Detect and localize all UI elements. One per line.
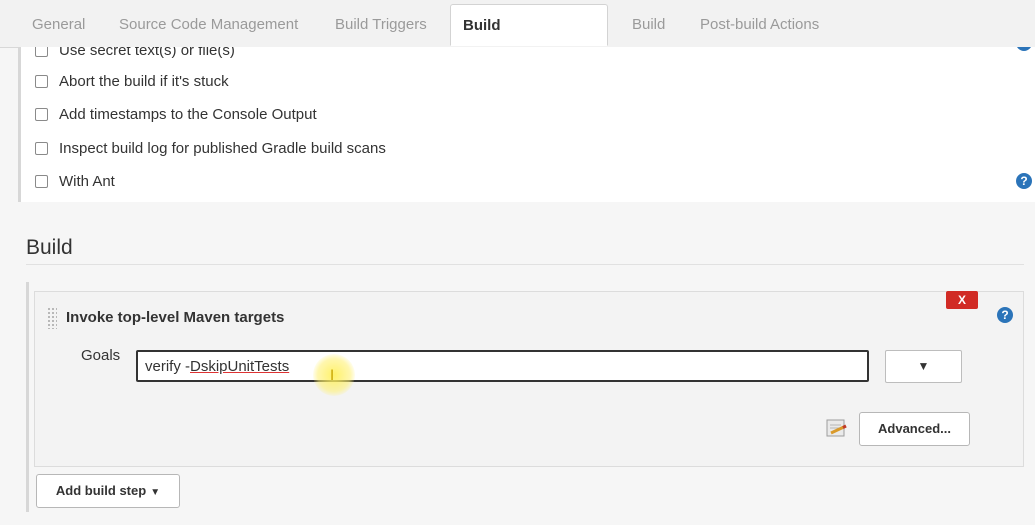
goals-input[interactable]: verify - DskipUnitTests [136, 350, 869, 382]
section-divider [26, 264, 1024, 265]
notepad-icon[interactable] [826, 418, 848, 438]
tab-build-environment[interactable]: Build Environment [450, 4, 608, 76]
tab-build-triggers[interactable]: Build Triggers [323, 4, 439, 46]
help-icon[interactable]: ? [1016, 173, 1032, 189]
chevron-down-icon: ▼ [150, 487, 161, 498]
help-icon[interactable]: ? [997, 307, 1013, 323]
option-label: Inspect build log for published Gradle b… [59, 139, 386, 157]
config-tabbar: General Source Code Management Build Tri… [0, 0, 1035, 76]
option-inspect-gradle-scans[interactable]: Inspect build log for published Gradle b… [35, 138, 386, 158]
drag-handle-icon[interactable] [47, 307, 57, 329]
option-label: Abort the build if it's stuck [59, 72, 229, 90]
option-with-ant[interactable]: With Ant [35, 171, 115, 191]
checkbox[interactable] [35, 107, 48, 121]
option-label: With Ant [59, 172, 115, 190]
goals-label: Goals [81, 347, 121, 364]
goals-value-flag: DskipUnitTests [190, 357, 290, 375]
checkbox[interactable] [35, 74, 48, 88]
build-section-title: Build [26, 236, 73, 259]
tab-build[interactable]: Build [620, 4, 677, 46]
build-step-title: Invoke top-level Maven targets [66, 309, 285, 326]
tab-general[interactable]: General [20, 4, 97, 46]
goals-value-prefix: verify - [145, 357, 190, 375]
option-label: Add timestamps to the Console Output [59, 105, 317, 123]
expand-goals-button[interactable]: ▼ [885, 350, 962, 383]
delete-step-button[interactable]: X [946, 291, 978, 309]
add-build-step-label: Add build step [55, 483, 147, 498]
checkbox[interactable] [35, 141, 48, 155]
option-abort-if-stuck[interactable]: Abort the build if it's stuck [35, 71, 229, 91]
build-environment-section: Use secret text(s) or file(s) Abort the … [18, 47, 1035, 202]
checkbox[interactable] [35, 174, 48, 188]
tab-post-build-actions[interactable]: Post-build Actions [688, 4, 831, 46]
tab-source-code-management[interactable]: Source Code Management [107, 4, 310, 46]
advanced-button[interactable]: Advanced... [859, 412, 970, 446]
option-add-timestamps[interactable]: Add timestamps to the Console Output [35, 104, 317, 124]
add-build-step-button[interactable]: Add build step ▼ [36, 474, 180, 508]
text-cursor-icon: I [330, 368, 335, 384]
